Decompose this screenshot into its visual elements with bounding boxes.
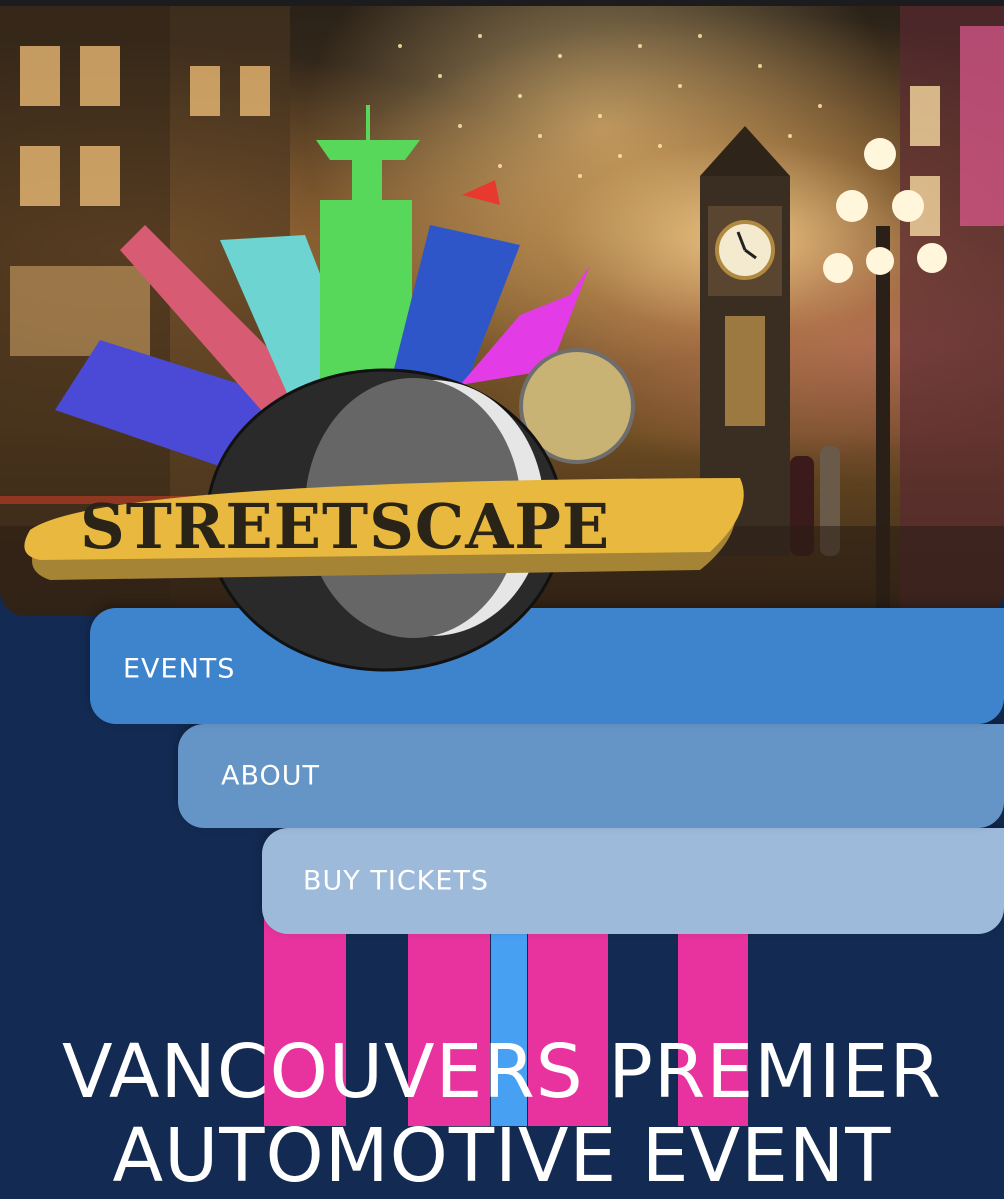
- nav-item-buy-tickets-label: BUY TICKETS: [303, 865, 490, 897]
- page-headline: VANCOUVERS PREMIER AUTOMOTIVE EVENT: [0, 1030, 1004, 1198]
- nav-item-buy-tickets[interactable]: BUY TICKETS: [262, 828, 1004, 934]
- nav-item-about[interactable]: ABOUT: [178, 724, 1004, 828]
- streetscape-logo[interactable]: STREETSCAPE: [20, 100, 750, 680]
- logo-text: STREETSCAPE: [80, 490, 610, 563]
- nav-item-about-label: ABOUT: [221, 760, 321, 792]
- headline-line1: VANCOUVERS PREMIER: [62, 1029, 942, 1115]
